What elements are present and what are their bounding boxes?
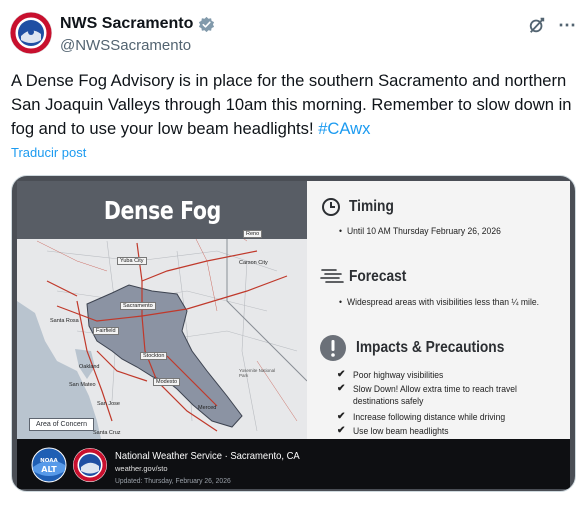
graphic-title: Dense Fog [103, 195, 221, 225]
check-icon: ✔ [337, 411, 346, 422]
hashtag-link[interactable]: #CAwx [318, 119, 370, 138]
nws-avatar[interactable] [10, 12, 52, 54]
timing-bullet-marker: • [339, 226, 342, 237]
area-of-concern-legend: Area of Concern [29, 418, 94, 431]
check-icon: ✔ [337, 369, 346, 380]
translate-post-link[interactable]: Traducir post [11, 145, 86, 160]
map-label-reno: Reno [243, 230, 263, 238]
map-label-fairfield: Fairfield [93, 327, 119, 335]
tweet-body: A Dense Fog Advisory is in place for the… [11, 71, 572, 138]
impact-item: Increase following distance while drivin… [353, 412, 506, 423]
timing-bullet: Until 10 AM Thursday February 26, 2026 [347, 226, 501, 237]
verified-badge-icon [199, 16, 215, 32]
impact-item-continued: destinations safely [353, 396, 424, 407]
map-label-modesto: Modesto [153, 378, 181, 386]
forecast-bullet-marker: • [339, 297, 342, 308]
map-label-san-mateo: San Mateo [69, 382, 96, 388]
impact-item: Poor highway visibilities [353, 370, 444, 381]
clock-icon [322, 198, 340, 216]
map-label-carson-city: Carson City [239, 260, 268, 266]
handle[interactable]: @NWSSacramento [60, 37, 191, 54]
footer-url: weather.gov/sto [115, 464, 168, 473]
impact-item: Use low beam headlights [353, 426, 449, 437]
display-name[interactable]: NWS Sacramento [60, 15, 193, 33]
map-panel: Dense Fog Yuba City Reno Carson City Sac… [17, 181, 307, 439]
map-label-yosemite: Yosemite National Park [239, 368, 276, 378]
forecast-bullet: Widespread areas with visibilities less … [347, 297, 539, 308]
footer-updated: Updated: Thursday, February 26, 2026 [115, 476, 231, 485]
impact-item: Slow Down! Allow extra time to reach tra… [353, 384, 517, 395]
fog-advisory-graphic: Dense Fog Yuba City Reno Carson City Sac… [12, 176, 575, 491]
fog-icon [320, 269, 344, 283]
impacts-title: Impacts & Precautions [356, 339, 505, 356]
map-label-oakland: Oakland [79, 364, 100, 370]
map-label-yuba-city: Yuba City [117, 257, 147, 265]
nws-logo [73, 448, 107, 482]
map-label-san-jose: San Jose [97, 401, 120, 407]
noaa-badge-text: NOAA [40, 458, 58, 464]
graphic-footer: NOAA ALT National Weather Service · Sacr… [17, 439, 570, 489]
map-label-santa-rosa: Santa Rosa [50, 318, 79, 324]
alt-text: ALT [41, 465, 57, 474]
map-label-stockton: Stockton [140, 352, 168, 360]
map-label-merced: Merced [198, 405, 217, 411]
info-panel: Timing • Until 10 AM Thursday February 2… [307, 181, 570, 439]
more-options-icon[interactable]: ⋯ [558, 16, 576, 34]
check-icon: ✔ [337, 425, 346, 436]
grok-icon[interactable] [528, 16, 546, 34]
warning-icon [320, 335, 346, 361]
noaa-logo: NOAA ALT [31, 447, 67, 483]
tweet-text: A Dense Fog Advisory is in place for the… [11, 69, 577, 141]
post-image[interactable]: Dense Fog Yuba City Reno Carson City Sac… [11, 175, 576, 492]
graphic-title-band: Dense Fog [17, 181, 307, 239]
map-label-santa-cruz: Santa Cruz [93, 430, 121, 436]
footer-org: National Weather Service · Sacramento, C… [115, 450, 300, 462]
forecast-title: Forecast [349, 268, 407, 285]
check-icon: ✔ [337, 383, 346, 394]
timing-title: Timing [349, 198, 394, 215]
map-label-sacramento: Sacramento [120, 302, 156, 310]
